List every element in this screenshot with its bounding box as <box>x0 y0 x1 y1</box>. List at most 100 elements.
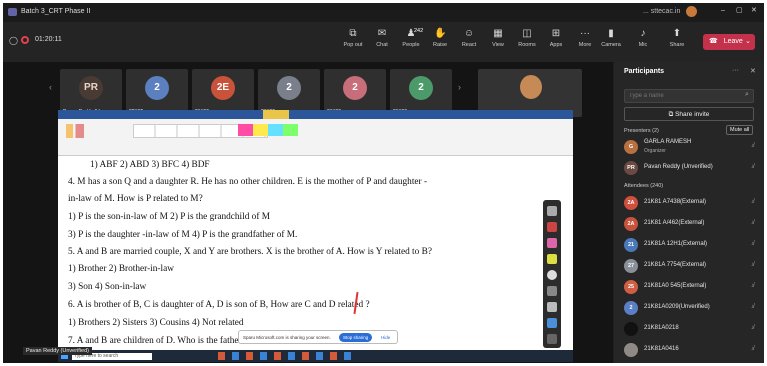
participant-row-name: 21K81A0218 <box>644 325 679 331</box>
mic-off-icon: ♪̸ <box>751 164 754 170</box>
avatar: 2 <box>624 301 638 315</box>
participant-avatar: 2 <box>145 76 169 100</box>
attendees-header[interactable]: Attendees (240) <box>624 183 663 189</box>
mic-off-icon: ♪̸ <box>751 346 754 352</box>
document-line: 3) P is the daughter -in-law of M 4) P i… <box>68 230 298 240</box>
participant-row-name: 21K81A0416 <box>644 346 679 352</box>
participant-row[interactable]: G GARLA RAMESH Organizer ♪̸ <box>614 137 764 157</box>
window-title: Batch 3_CRT Phase II <box>21 8 91 15</box>
document-line: 7. A and B are children of D. Who is the… <box>68 336 265 346</box>
minimize-icon[interactable]: – <box>721 7 725 14</box>
pink-pen-icon[interactable] <box>547 238 557 248</box>
toolbar-button-view[interactable]: ▦ View <box>484 26 512 58</box>
toolbar-button-pop-out[interactable]: ⧉ Pop out <box>339 26 367 58</box>
mic-button[interactable]: ♪ Mic <box>629 26 657 58</box>
toolbar-button-more[interactable]: ··· More <box>571 26 599 58</box>
participant-row[interactable]: 27 21K81A 7754(External) ♪̸ <box>614 256 764 276</box>
sharing-bar: Sparu Microsoft.com is sharing your scre… <box>238 330 398 344</box>
participant-row-name: 21K81 A/462(External) <box>644 220 705 226</box>
avatar: G <box>624 140 638 154</box>
meeting-timer: 01:20:11 <box>35 36 62 43</box>
avatar: 25 <box>624 280 638 294</box>
participant-role: Organizer <box>644 148 666 154</box>
toolbar-button-label: View <box>492 42 504 48</box>
toolbar-button-people[interactable]: ♟ 242 People <box>397 26 425 58</box>
toolbar-button-label: Chat <box>376 42 388 48</box>
pen-icon[interactable] <box>547 206 557 216</box>
camera-button[interactable]: ▮ Camera <box>597 26 625 58</box>
sharing-text: Sparu Microsoft.com is sharing your scre… <box>243 335 331 340</box>
mic-off-icon: ♪̸ <box>751 199 754 205</box>
save-icon[interactable] <box>547 334 557 344</box>
camera-label: Camera <box>601 42 621 48</box>
chevron-left-icon[interactable]: ‹ <box>49 82 52 92</box>
participant-row[interactable]: 2A 21K81 A/462(External) ♪̸ <box>614 214 764 234</box>
participant-row[interactable]: 21K81A0218 ♪̸ <box>614 319 764 339</box>
avatar: PR <box>624 161 638 175</box>
line-tool-icon[interactable] <box>547 286 557 296</box>
participant-row[interactable]: PR Pavan Reddy (Unverified) ♪̸ <box>614 158 764 178</box>
people-count-badge: 242 <box>414 28 424 34</box>
participant-row-name: 21K81A0209(Unverified) <box>644 304 710 310</box>
avatar: 2A <box>624 217 638 231</box>
avatar: 21 <box>624 238 638 252</box>
share-invite-button[interactable]: ⧉ Share invite <box>624 107 754 121</box>
mic-label: Mic <box>638 42 648 48</box>
presenters-header[interactable]: Presenters (2) <box>624 128 659 134</box>
maximize-icon[interactable]: ▢ <box>736 6 743 14</box>
participant-row[interactable]: 21 21K81A 12H1(External) ♪̸ <box>614 235 764 255</box>
toolbar-button-apps[interactable]: ⊞ Apps <box>542 26 570 58</box>
toolbar-button-chat[interactable]: ✉ Chat <box>368 26 396 58</box>
teams-logo-icon <box>8 8 17 16</box>
toolbar-button-label: More <box>578 42 592 48</box>
leave-button[interactable]: ☎ Leave ⌄ <box>703 34 755 50</box>
taskbar-apps <box>218 352 358 360</box>
avatar <box>624 322 638 336</box>
eraser-icon[interactable] <box>547 302 557 312</box>
mic-off-icon: ♪̸ <box>751 283 754 289</box>
participant-row[interactable]: 21K81A0416 ♪̸ <box>614 340 764 360</box>
document-line: in-law of M. How is P related to M? <box>68 194 203 204</box>
search-icon: ⌕ <box>745 91 749 98</box>
stop-sharing-button[interactable]: Stop sharing <box>339 333 373 342</box>
participant-row-name: Pavan Reddy (Unverified) <box>644 164 713 170</box>
mic-off-icon: ♪ <box>640 28 646 39</box>
screen-icon[interactable] <box>547 318 557 328</box>
circle-tool-icon[interactable] <box>547 270 557 280</box>
document-line: 1) Brother 2) Brother-in-law <box>68 264 174 274</box>
participant-row[interactable]: 2 21K81A0209(Unverified) ♪̸ <box>614 298 764 318</box>
chevron-down-icon[interactable]: ⌄ <box>745 34 751 50</box>
highlighter-icon[interactable] <box>547 254 557 264</box>
highlighter-palette <box>238 124 298 136</box>
mic-off-icon: ♪̸ <box>751 304 754 310</box>
toolbar-button-label: Rooms <box>518 42 536 48</box>
participant-row[interactable]: 25 21K81A0 545(External) ♪̸ <box>614 277 764 297</box>
share-invite-icon: ⧉ <box>668 111 674 118</box>
share-button[interactable]: ⬆ Share <box>663 26 691 58</box>
participant-avatar: 2E <box>211 76 235 100</box>
apps-icon: ⊞ <box>551 28 561 39</box>
red-pen-icon[interactable] <box>547 222 557 232</box>
avatar[interactable] <box>686 6 697 17</box>
teams-meeting-window: Batch 3_CRT Phase II ... sttecac.in – ▢ … <box>3 3 764 363</box>
mute-all-button[interactable]: Mute all <box>726 125 754 135</box>
close-icon[interactable]: ✕ <box>751 6 757 14</box>
chevron-right-icon[interactable]: › <box>458 82 461 92</box>
participant-avatar: 2 <box>343 76 367 100</box>
hide-link[interactable]: Hide <box>381 335 390 340</box>
toolbar-button-rooms[interactable]: ◫ Rooms <box>513 26 541 58</box>
participants-title: Participants <box>624 68 665 75</box>
toolbar-button-label: Raise <box>432 42 448 48</box>
toolbar-button-react[interactable]: ☺ React <box>455 26 483 58</box>
toolbar-button-label: People <box>402 42 420 48</box>
participant-photo <box>520 75 542 99</box>
participant-row[interactable]: 2A 21K81 A7438(External) ♪̸ <box>614 193 764 213</box>
document-line: 5. A and B are married couple, X and Y a… <box>68 247 432 257</box>
participant-search-input[interactable] <box>624 89 754 103</box>
mic-off-icon: ♪̸ <box>751 262 754 268</box>
close-panel-icon[interactable]: ✕ <box>750 67 756 75</box>
toolbar-button-raise[interactable]: ✋ Raise <box>426 26 454 58</box>
document-line: 1) ABF 2) ABD 3) BFC 4) BDF <box>90 160 210 170</box>
more-options-icon[interactable]: ··· <box>732 67 739 74</box>
title-bar: Batch 3_CRT Phase II ... sttecac.in – ▢ … <box>3 3 764 22</box>
